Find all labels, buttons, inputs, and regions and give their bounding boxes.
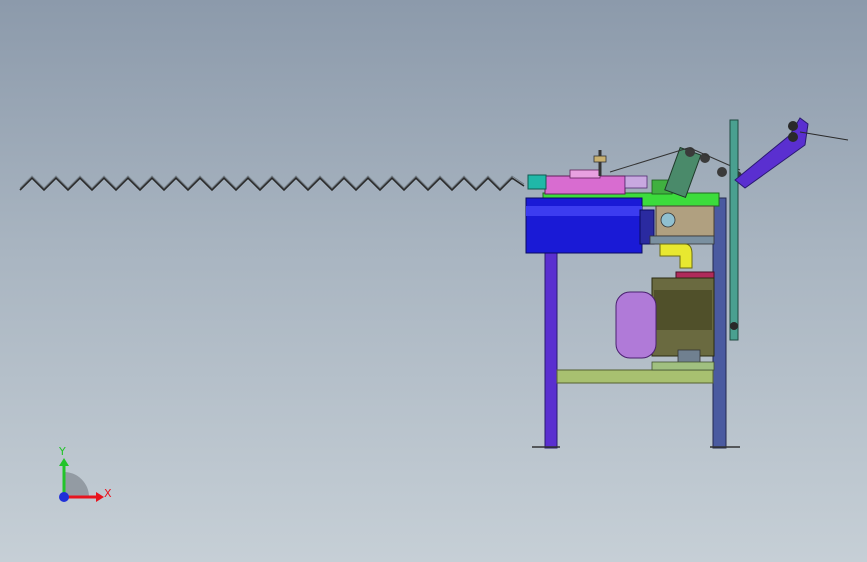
vertical-arm[interactable] [729,119,739,341]
cad-viewport[interactable]: X Y [0,0,867,562]
pulley-roller-3[interactable] [717,167,727,177]
adjust-nut [593,155,607,163]
output-wire [799,131,849,141]
triad-z-origin [59,492,69,502]
vertical-arm-pivot [730,322,738,330]
feed-bar [569,169,601,179]
triad-y-label: Y [58,445,66,458]
motor-end-cap[interactable] [615,291,657,359]
triad-y-arrow [59,458,69,466]
motor-fins [654,290,712,330]
coupling-pipe[interactable] [659,243,693,269]
lower-cross-bar[interactable] [556,369,714,384]
feed-plate[interactable] [544,175,626,195]
shaft-bar [649,235,715,245]
cad-model-scene[interactable]: X Y [0,0,867,562]
pulley-support[interactable] [664,146,702,199]
angled-arm-roller-1[interactable] [788,121,798,131]
triad-x-arrow [96,492,104,502]
gearbox-gear [660,212,676,228]
motor-base[interactable] [651,361,715,371]
feed-block-teal[interactable] [527,174,547,190]
blue-drum-highlight [526,206,642,216]
clamp-block[interactable] [624,175,648,189]
triad-x-label: X [104,487,112,500]
angled-arm-roller-2[interactable] [788,132,798,142]
triad-quarter-disc [64,472,89,497]
frame-leg-right[interactable] [712,197,727,449]
coordinate-triad: X Y [58,445,112,502]
